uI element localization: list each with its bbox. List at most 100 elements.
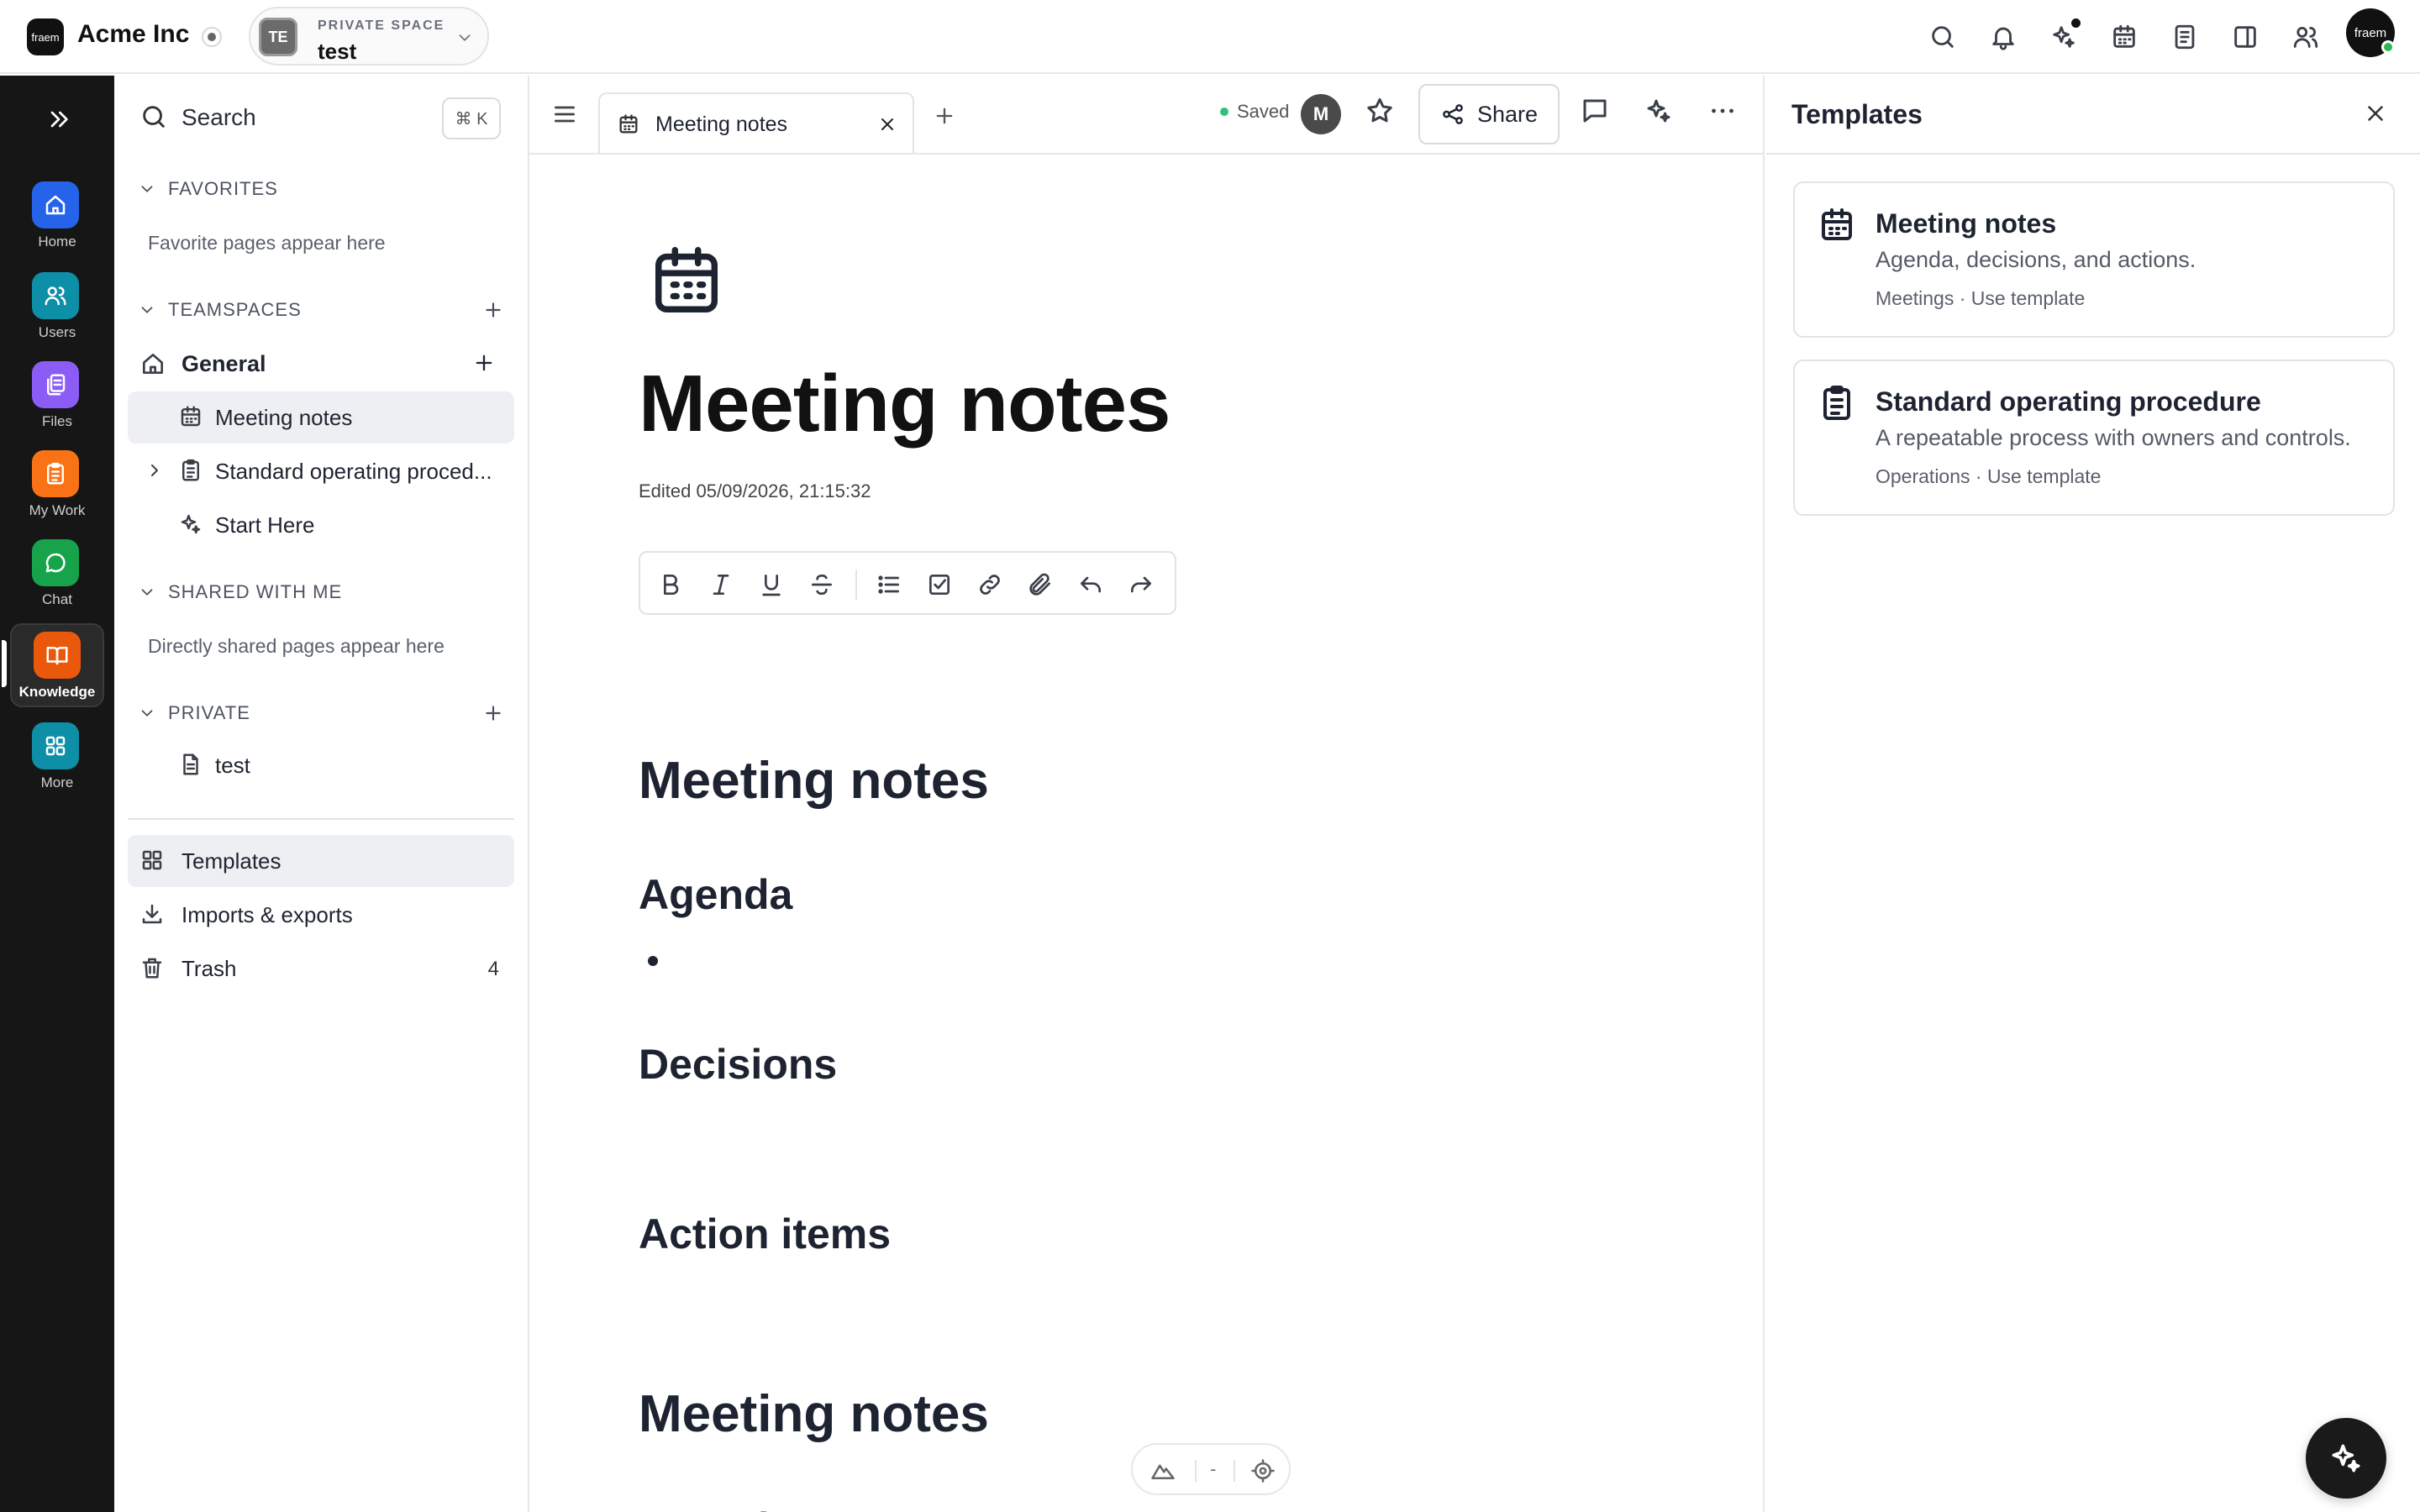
close-icon[interactable]	[2363, 101, 2388, 126]
rail-label: Knowledge	[18, 684, 96, 700]
sidebar-item-templates[interactable]: Templates	[128, 835, 514, 887]
italic-icon[interactable]	[708, 571, 734, 598]
heading-agenda-2[interactable]: Agenda	[639, 1504, 792, 1512]
sidebar-item-standard-operating-procedure[interactable]: Standard operating proced...	[128, 445, 514, 497]
editor-status-pill: -	[1131, 1443, 1291, 1495]
template-card-standard-operating-procedure[interactable]: Standard operating procedure A repeatabl…	[1793, 360, 2395, 516]
collaborator-avatar[interactable]: M	[1301, 94, 1341, 134]
section-shared-with-me[interactable]: SHARED WITH ME	[138, 581, 342, 603]
grid-icon	[32, 722, 79, 769]
close-icon[interactable]	[877, 114, 897, 134]
files-icon	[32, 361, 79, 408]
page-calendar-icon[interactable]	[647, 240, 726, 319]
rail-item-my-work[interactable]: My Work	[10, 444, 104, 528]
share-button[interactable]: Share	[1418, 84, 1560, 144]
link-icon[interactable]	[976, 571, 1003, 598]
star-icon[interactable]	[1365, 96, 1395, 126]
section-title: TEAMSPACES	[168, 299, 302, 320]
chevron-down-icon	[141, 186, 153, 192]
heading-action-items[interactable]: Action items	[639, 1210, 891, 1258]
ai-assistant-button[interactable]	[2306, 1418, 2386, 1499]
template-card-meeting-notes[interactable]: Meeting notes Agenda, decisions, and act…	[1793, 181, 2395, 338]
template-meta[interactable]: Meetings · Use template	[1876, 287, 2085, 310]
status-value: -	[1210, 1458, 1217, 1479]
templates-panel: Templates Meeting notes Agenda, decision…	[1766, 76, 2420, 1512]
rail-item-users[interactable]: Users	[10, 265, 104, 349]
trash-count: 4	[487, 958, 499, 980]
add-private-page-plus-icon[interactable]	[482, 702, 504, 724]
sidebar-item-test[interactable]: test	[128, 739, 514, 791]
add-teamspace-plus-icon[interactable]	[482, 299, 504, 321]
save-status-label: Saved	[1237, 101, 1290, 122]
bullet-list-icon[interactable]	[876, 571, 902, 598]
search-icon[interactable]	[1924, 18, 1961, 55]
heading-meeting-notes-2[interactable]: Meeting notes	[639, 1384, 989, 1444]
strikethrough-icon[interactable]	[808, 571, 835, 598]
more-options-icon[interactable]	[1707, 96, 1738, 126]
clipboard-icon	[178, 458, 203, 483]
ai-sparkle-icon[interactable]	[1644, 96, 1674, 126]
menu-icon[interactable]	[551, 101, 578, 128]
sidebar-item-start-here[interactable]: Start Here	[128, 499, 514, 551]
sidebar-item-label: Meeting notes	[215, 405, 353, 430]
space-switcher[interactable]: TE PRIVATE SPACE test	[249, 7, 489, 66]
mountain-icon[interactable]	[1150, 1458, 1176, 1483]
chat-icon	[32, 539, 79, 586]
rail-label: Chat	[42, 591, 72, 607]
sidebar-item-label: Start Here	[215, 512, 315, 538]
template-description: A repeatable process with owners and con…	[1876, 425, 2351, 450]
teamspace-label: General	[182, 351, 266, 376]
grid-icon	[139, 848, 165, 873]
sidebar-item-imports-exports[interactable]: Imports & exports	[128, 889, 514, 941]
template-description: Agenda, decisions, and actions.	[1876, 247, 2196, 272]
tab-meeting-notes[interactable]: Meeting notes	[598, 92, 914, 153]
panel-icon[interactable]	[2227, 18, 2264, 55]
share-icon	[1443, 104, 1463, 124]
rail-item-knowledge[interactable]: Knowledge	[2, 623, 104, 707]
rail-item-chat[interactable]: Chat	[10, 533, 104, 617]
undo-icon[interactable]	[1077, 571, 1104, 598]
heading-meeting-notes[interactable]: Meeting notes	[639, 751, 989, 811]
section-favorites[interactable]: FAVORITES	[138, 178, 278, 200]
download-icon	[139, 901, 165, 927]
heading-agenda[interactable]: Agenda	[639, 870, 792, 919]
workspace-name[interactable]: Acme Inc	[77, 20, 189, 49]
locate-icon[interactable]	[1250, 1458, 1276, 1483]
status-indicator[interactable]	[202, 27, 222, 47]
new-tab-plus-icon[interactable]	[933, 104, 956, 128]
calendar-icon[interactable]	[2106, 18, 2143, 55]
add-page-plus-icon[interactable]	[472, 351, 496, 375]
rail-item-files[interactable]: Files	[10, 354, 104, 438]
sidebar-search[interactable]: Search	[182, 104, 256, 131]
people-icon[interactable]	[2287, 18, 2324, 55]
template-meta[interactable]: Operations · Use template	[1876, 465, 2101, 488]
teamspace-general[interactable]: General	[128, 338, 514, 390]
attachment-icon[interactable]	[1027, 571, 1054, 598]
section-teamspaces[interactable]: TEAMSPACES	[138, 299, 302, 321]
rail-item-home[interactable]: Home	[10, 175, 104, 259]
search-icon[interactable]	[139, 102, 168, 131]
checkbox-icon[interactable]	[926, 571, 953, 598]
page-title[interactable]: Meeting notes	[639, 358, 1171, 450]
edited-label: Edited	[639, 480, 692, 501]
underline-icon[interactable]	[758, 571, 785, 598]
bold-icon[interactable]	[657, 571, 684, 598]
sidebar-item-label: Trash	[182, 956, 237, 981]
sidebar-item-trash[interactable]: Trash 4	[128, 942, 514, 995]
comment-icon[interactable]	[1580, 96, 1610, 126]
notebook-icon[interactable]	[2166, 18, 2203, 55]
rail-item-more[interactable]: More	[10, 716, 104, 800]
space-name: test	[318, 39, 357, 64]
chevron-right-icon[interactable]	[145, 460, 165, 480]
redo-icon[interactable]	[1128, 571, 1155, 598]
section-private[interactable]: PRIVATE	[138, 702, 250, 724]
empty-bullet[interactable]	[648, 956, 658, 966]
editor-area: Meeting notes Saved M Share Meeting note…	[529, 76, 1765, 1512]
sidebar-item-meeting-notes[interactable]: Meeting notes	[128, 391, 514, 444]
rail-label: My Work	[29, 502, 86, 518]
sparkle-icon[interactable]	[2045, 18, 2082, 55]
brand-logo[interactable]: fraem	[27, 18, 64, 55]
heading-decisions[interactable]: Decisions	[639, 1040, 837, 1089]
expand-icon[interactable]	[40, 101, 77, 138]
bell-icon[interactable]	[1985, 18, 2022, 55]
